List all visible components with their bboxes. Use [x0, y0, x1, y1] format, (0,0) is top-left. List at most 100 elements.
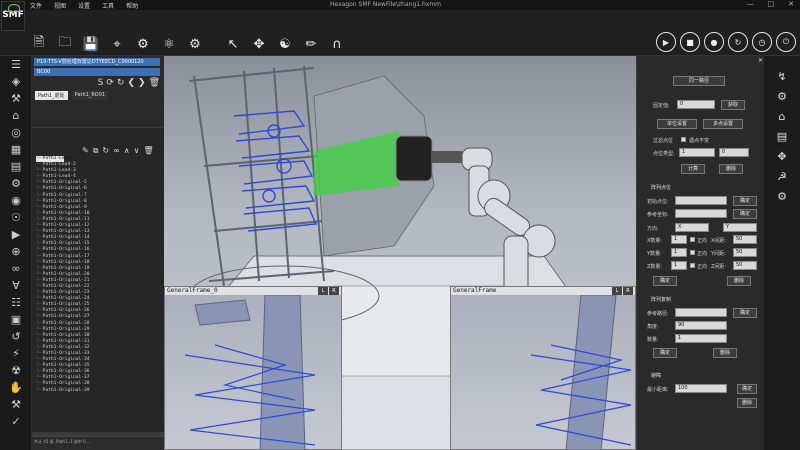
check-icon[interactable]: ✓ [0, 413, 32, 430]
x-spacing-input[interactable]: 50 [733, 235, 757, 244]
robot-icon[interactable]: ⚙ [0, 175, 32, 192]
copy-ok-button[interactable]: 确定 [653, 348, 677, 358]
stop-icon[interactable]: ■ [680, 32, 700, 52]
copy-icon[interactable]: ⧉ [93, 146, 99, 156]
start-point-ok-button[interactable]: 确定 [733, 196, 757, 206]
model-icon[interactable]: ▦ [0, 141, 32, 158]
feature-icon[interactable]: ◈ [0, 73, 32, 90]
maximize-icon[interactable]: □ [768, 0, 775, 8]
y-count-input[interactable]: 1 [671, 248, 687, 257]
viewport-general-frame[interactable]: GeneralFrame L R [450, 286, 636, 450]
minimize-icon[interactable]: — [747, 0, 754, 8]
z-spacing-input[interactable]: 50 [733, 261, 757, 270]
angle-input[interactable]: 90 [675, 321, 727, 330]
weld-icon[interactable]: ☢ [0, 362, 32, 379]
multi-set-button[interactable]: 多点设置 [703, 119, 743, 129]
scan-target-icon[interactable]: ⌖ [106, 33, 128, 55]
menu-settings[interactable]: 设置 [78, 1, 90, 10]
min-distance-delete-button[interactable]: 删除 [737, 398, 757, 408]
start-point-input[interactable] [675, 196, 727, 205]
redo-icon[interactable]: ⟳ [106, 78, 114, 88]
delete-button[interactable]: 删除 [719, 164, 743, 174]
robot-sim-icon[interactable]: ⚙ [764, 86, 800, 106]
rotate-icon[interactable]: ↺ [0, 328, 32, 345]
forward-icon[interactable]: ❯ [138, 78, 146, 88]
power-icon[interactable]: ⏻ [776, 32, 796, 52]
wrench-icon[interactable]: ⚒ [0, 396, 32, 413]
close-icon[interactable]: ✕ [788, 0, 794, 8]
record-icon[interactable]: ● [704, 32, 724, 52]
ref-point-ok-button[interactable]: 确定 [733, 209, 757, 219]
y-dir-checkbox[interactable] [690, 250, 695, 255]
link-icon[interactable]: ↻ [117, 78, 125, 88]
robot-path-icon[interactable]: ⚛ [158, 33, 180, 55]
direction-x-select[interactable]: X [675, 223, 709, 232]
settings-icon[interactable]: ⚙ [764, 186, 800, 206]
tab-path1-pre[interactable]: Path1_前处 [35, 91, 68, 100]
main-3d-viewport[interactable]: GeneralFrame_0 L R GeneralFrame L R [164, 56, 636, 450]
fixed-count-input[interactable]: 0 [677, 100, 715, 109]
tab-path1-ro01[interactable]: Path1_RO01 [71, 91, 109, 100]
viewport-left-button[interactable]: L [612, 287, 622, 295]
delete-icon[interactable]: 🗑 [144, 146, 154, 156]
undo-icon[interactable]: S [98, 78, 104, 88]
copy-delete-button[interactable]: 删除 [713, 348, 737, 358]
target-icon[interactable]: ⊕ [0, 243, 32, 260]
scan-icon[interactable]: ◎ [0, 124, 32, 141]
z-dir-checkbox[interactable] [690, 263, 695, 268]
settings-check-icon[interactable]: ⚙ [184, 33, 206, 55]
up-icon[interactable]: ∧ [124, 146, 130, 156]
report-icon[interactable]: ▤ [764, 126, 800, 146]
down-icon[interactable]: ∨ [134, 146, 140, 156]
back-icon[interactable]: ❮ [127, 78, 135, 88]
timer-icon[interactable]: ◷ [752, 32, 772, 52]
tree-item[interactable]: Path1-Original-39 [36, 388, 162, 394]
robot-arm-icon[interactable]: ⚙ [132, 33, 154, 55]
robot-select[interactable]: BC00 [34, 68, 160, 76]
menu-help[interactable]: 帮助 [126, 1, 138, 10]
ref-path-input[interactable] [675, 308, 727, 317]
ruler-icon[interactable]: ✏ [300, 33, 322, 55]
count-input[interactable]: 1 [675, 334, 727, 343]
same-path-button[interactable]: 同一路径 [673, 76, 725, 86]
box-icon[interactable]: ▣ [0, 311, 32, 328]
viewport-right-button[interactable]: R [329, 287, 339, 295]
probe-icon[interactable]: ▶ [0, 226, 32, 243]
home-icon[interactable]: ⌂ [0, 107, 32, 124]
magnet-icon[interactable]: ∩ [326, 33, 348, 55]
array-delete-button[interactable]: 删除 [727, 276, 751, 286]
ref-point-input[interactable] [675, 209, 727, 218]
joint-icon[interactable]: ◉ [0, 192, 32, 209]
grid-icon[interactable]: ☷ [0, 294, 32, 311]
get-button[interactable]: 获取 [721, 100, 745, 110]
z-count-input[interactable]: 1 [671, 261, 687, 270]
point-type-select-2[interactable]: 0 [719, 148, 749, 157]
y-spacing-input[interactable]: 50 [733, 248, 757, 257]
array-ok-button[interactable]: 确定 [653, 276, 677, 286]
calc-button[interactable]: 计算 [681, 164, 705, 174]
viewport-general-frame-0[interactable]: GeneralFrame_0 L R [164, 286, 342, 450]
refresh-icon[interactable]: ↻ [102, 146, 109, 156]
menu-view[interactable]: 视图 [54, 1, 66, 10]
layer-icon[interactable]: ☰ [0, 56, 32, 73]
single-set-button[interactable]: 单位设置 [657, 119, 697, 129]
x-dir-checkbox[interactable] [690, 237, 695, 242]
edit-icon[interactable]: ✎ [82, 146, 89, 156]
delete-icon[interactable]: 🗑 [149, 78, 160, 88]
panel-close-icon[interactable]: ✕ [758, 57, 763, 64]
filter-checkbox[interactable] [681, 137, 686, 142]
bolt-icon[interactable]: ⚡ [0, 345, 32, 362]
link-icon[interactable]: ∞ [113, 146, 120, 156]
viewport-right-button[interactable]: R [623, 287, 633, 295]
network-icon[interactable]: ☭ [764, 166, 800, 186]
viewport-left-button[interactable]: L [318, 287, 328, 295]
pick-tool-icon[interactable]: ↖ [222, 33, 244, 55]
x-count-input[interactable]: 1 [671, 235, 687, 244]
program-select[interactable]: P10-TTS-V前处理双雷达DTYEECD_C0000120 [34, 58, 160, 66]
robot-tool-icon[interactable]: ⌂ [764, 106, 800, 126]
point-type-select[interactable]: 1 [679, 148, 715, 157]
min-distance-input[interactable]: 100 [675, 384, 727, 393]
play-icon[interactable]: ▶ [656, 32, 676, 52]
new-file-icon[interactable]: 🗎 [28, 33, 50, 55]
link-icon[interactable]: ∞ [0, 260, 32, 277]
